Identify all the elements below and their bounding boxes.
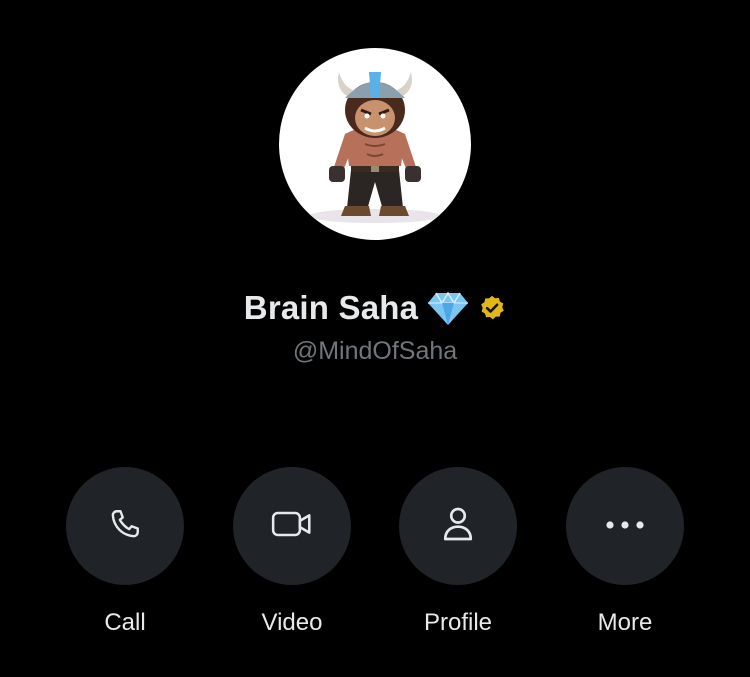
call-label: Call <box>104 609 146 636</box>
call-circle[interactable] <box>66 467 184 585</box>
video-circle[interactable] <box>233 467 351 585</box>
phone-icon <box>107 506 143 547</box>
video-button[interactable]: Video <box>217 467 367 637</box>
avatar[interactable] <box>279 48 471 240</box>
display-name: Brain Saha <box>243 289 419 326</box>
gem-icon <box>428 291 469 325</box>
action-bar: Call Video Profile More <box>0 467 750 647</box>
video-camera-icon <box>270 506 314 547</box>
more-dots-icon <box>605 517 645 535</box>
profile-button[interactable]: Profile <box>383 467 533 637</box>
more-button[interactable]: More <box>550 467 700 637</box>
profile-label: Profile <box>423 609 493 636</box>
video-label: Video <box>261 609 323 636</box>
avatar-illustration <box>309 72 441 223</box>
verified-badge-icon[interactable] <box>478 294 506 322</box>
profile-handle: @MindOfSaha <box>292 337 458 365</box>
more-label: More <box>597 609 653 636</box>
call-button[interactable]: Call <box>50 467 200 637</box>
person-icon <box>440 504 476 549</box>
more-circle[interactable] <box>566 467 684 585</box>
profile-circle[interactable] <box>399 467 517 585</box>
name-row: Brain Saha <box>0 284 750 332</box>
